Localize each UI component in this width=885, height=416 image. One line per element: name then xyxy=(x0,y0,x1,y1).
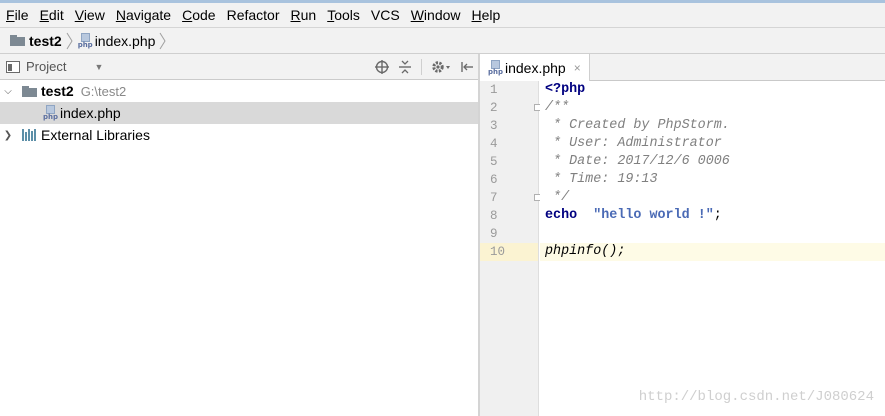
code-editor[interactable]: <?php /** * Created by PhpStorm. * User:… xyxy=(540,81,885,416)
php-file-icon: php xyxy=(488,59,503,76)
gutter-line[interactable]: 3 xyxy=(480,117,538,135)
folder-icon xyxy=(22,85,37,97)
project-panel-title: Project xyxy=(26,59,67,74)
library-icon xyxy=(22,129,36,141)
menu-code[interactable]: Code xyxy=(176,3,220,27)
editor-gutter: 1 2 3 4 5 6 7 8 9 10 xyxy=(480,81,541,416)
menu-file[interactable]: File xyxy=(0,3,34,27)
close-icon[interactable]: × xyxy=(574,61,581,75)
gear-icon[interactable] xyxy=(431,60,451,74)
gutter-line[interactable]: 9 xyxy=(480,225,538,243)
tab-index-php[interactable]: php index.php × xyxy=(480,54,590,81)
line-number: 1 xyxy=(490,83,498,97)
project-view-icon xyxy=(6,60,20,73)
code-line[interactable]: * User: Administrator xyxy=(540,135,885,153)
code-line-current[interactable]: phpinfo(); xyxy=(540,243,885,261)
tree-item-test2[interactable]: ⌵ test2 G:\test2 xyxy=(0,80,478,102)
menu-tools[interactable]: Tools xyxy=(321,3,365,27)
gutter-line[interactable]: 6 xyxy=(480,171,538,189)
breadcrumb-project-label: test2 xyxy=(29,32,62,49)
watermark: http://blog.csdn.net/J080624 xyxy=(638,389,874,405)
code-line[interactable]: */ xyxy=(540,189,885,207)
gutter-line-current[interactable]: 10 xyxy=(480,243,538,261)
chevron-down-icon: ▼ xyxy=(94,61,104,72)
menu-vcs[interactable]: VCS xyxy=(365,3,405,27)
breadcrumb-file[interactable]: php index.php xyxy=(78,28,156,53)
menu-bar: File Edit View Navigate Code Refactor Ru… xyxy=(0,3,885,27)
gutter-line[interactable]: 4 xyxy=(480,135,538,153)
breadcrumb-separator-icon xyxy=(66,32,73,49)
project-panel-header: Project ▼ xyxy=(0,54,478,80)
string-token: "hello world !" xyxy=(593,208,714,223)
gutter-line[interactable]: 8 xyxy=(480,207,538,225)
menu-view[interactable]: View xyxy=(69,3,110,27)
navigation-bar: test2 php index.php xyxy=(0,27,885,54)
tree-item-path-hint: G:\test2 xyxy=(80,83,127,99)
line-number: 2 xyxy=(490,101,498,115)
gutter-line[interactable]: 7 xyxy=(480,189,541,207)
chevron-right-icon[interactable]: ❯ xyxy=(1,130,15,141)
keyword-token: echo xyxy=(545,208,578,223)
line-number: 4 xyxy=(490,137,498,151)
php-file-icon: php xyxy=(78,32,93,49)
code-line[interactable]: * Time: 19:13 xyxy=(540,171,885,189)
gutter-line[interactable]: 5 xyxy=(480,153,538,171)
code-line[interactable]: * Date: 2017/12/6 0006 xyxy=(540,153,885,171)
code-line[interactable]: /** xyxy=(540,99,885,117)
menu-edit[interactable]: Edit xyxy=(34,3,69,27)
line-number: 5 xyxy=(490,155,498,169)
scroll-from-source-icon[interactable] xyxy=(375,60,389,74)
menu-help[interactable]: Help xyxy=(466,3,506,27)
gutter-line[interactable]: 1 xyxy=(480,81,538,99)
editor-tabs: php index.php × xyxy=(480,54,885,81)
code-line[interactable]: echo "hello world !"; xyxy=(540,207,885,225)
code-line[interactable]: <?php xyxy=(540,81,885,99)
breadcrumb-separator-icon xyxy=(159,32,166,49)
chevron-down-icon[interactable]: ⌵ xyxy=(1,86,15,97)
tree-item-index-php[interactable]: php index.php xyxy=(0,102,478,124)
breadcrumb-project[interactable]: test2 xyxy=(0,28,62,53)
line-number: 8 xyxy=(490,209,498,223)
menu-run[interactable]: Run xyxy=(285,3,322,27)
menu-refactor[interactable]: Refactor xyxy=(221,3,285,27)
project-panel-toolbar xyxy=(375,54,474,80)
tree-item-external-libraries[interactable]: ❯ External Libraries xyxy=(0,124,478,146)
toolbar-divider xyxy=(421,59,422,75)
gutter-line[interactable]: 2 xyxy=(480,99,541,117)
breadcrumb-file-label: index.php xyxy=(94,32,156,49)
collapse-all-icon[interactable] xyxy=(398,60,412,74)
line-number: 3 xyxy=(490,119,498,133)
menu-window[interactable]: Window xyxy=(405,3,466,27)
folder-icon xyxy=(10,35,25,46)
tree-item-label: External Libraries xyxy=(41,127,150,143)
tab-label: index.php xyxy=(505,59,566,76)
tree-item-label: test2 xyxy=(41,83,74,99)
hide-panel-icon[interactable] xyxy=(460,60,474,74)
line-number: 7 xyxy=(490,191,498,205)
php-file-icon: php xyxy=(43,105,58,121)
project-view-selector[interactable]: Project ▼ xyxy=(6,59,103,74)
line-number: 10 xyxy=(490,245,506,259)
line-number: 9 xyxy=(490,227,498,241)
line-number: 6 xyxy=(490,173,498,187)
project-tree: ⌵ test2 G:\test2 php index.php ❯ Externa… xyxy=(0,80,478,146)
code-line[interactable] xyxy=(540,225,885,243)
menu-navigate[interactable]: Navigate xyxy=(110,3,176,27)
tree-item-label: index.php xyxy=(60,105,121,121)
code-line[interactable]: * Created by PhpStorm. xyxy=(540,117,885,135)
